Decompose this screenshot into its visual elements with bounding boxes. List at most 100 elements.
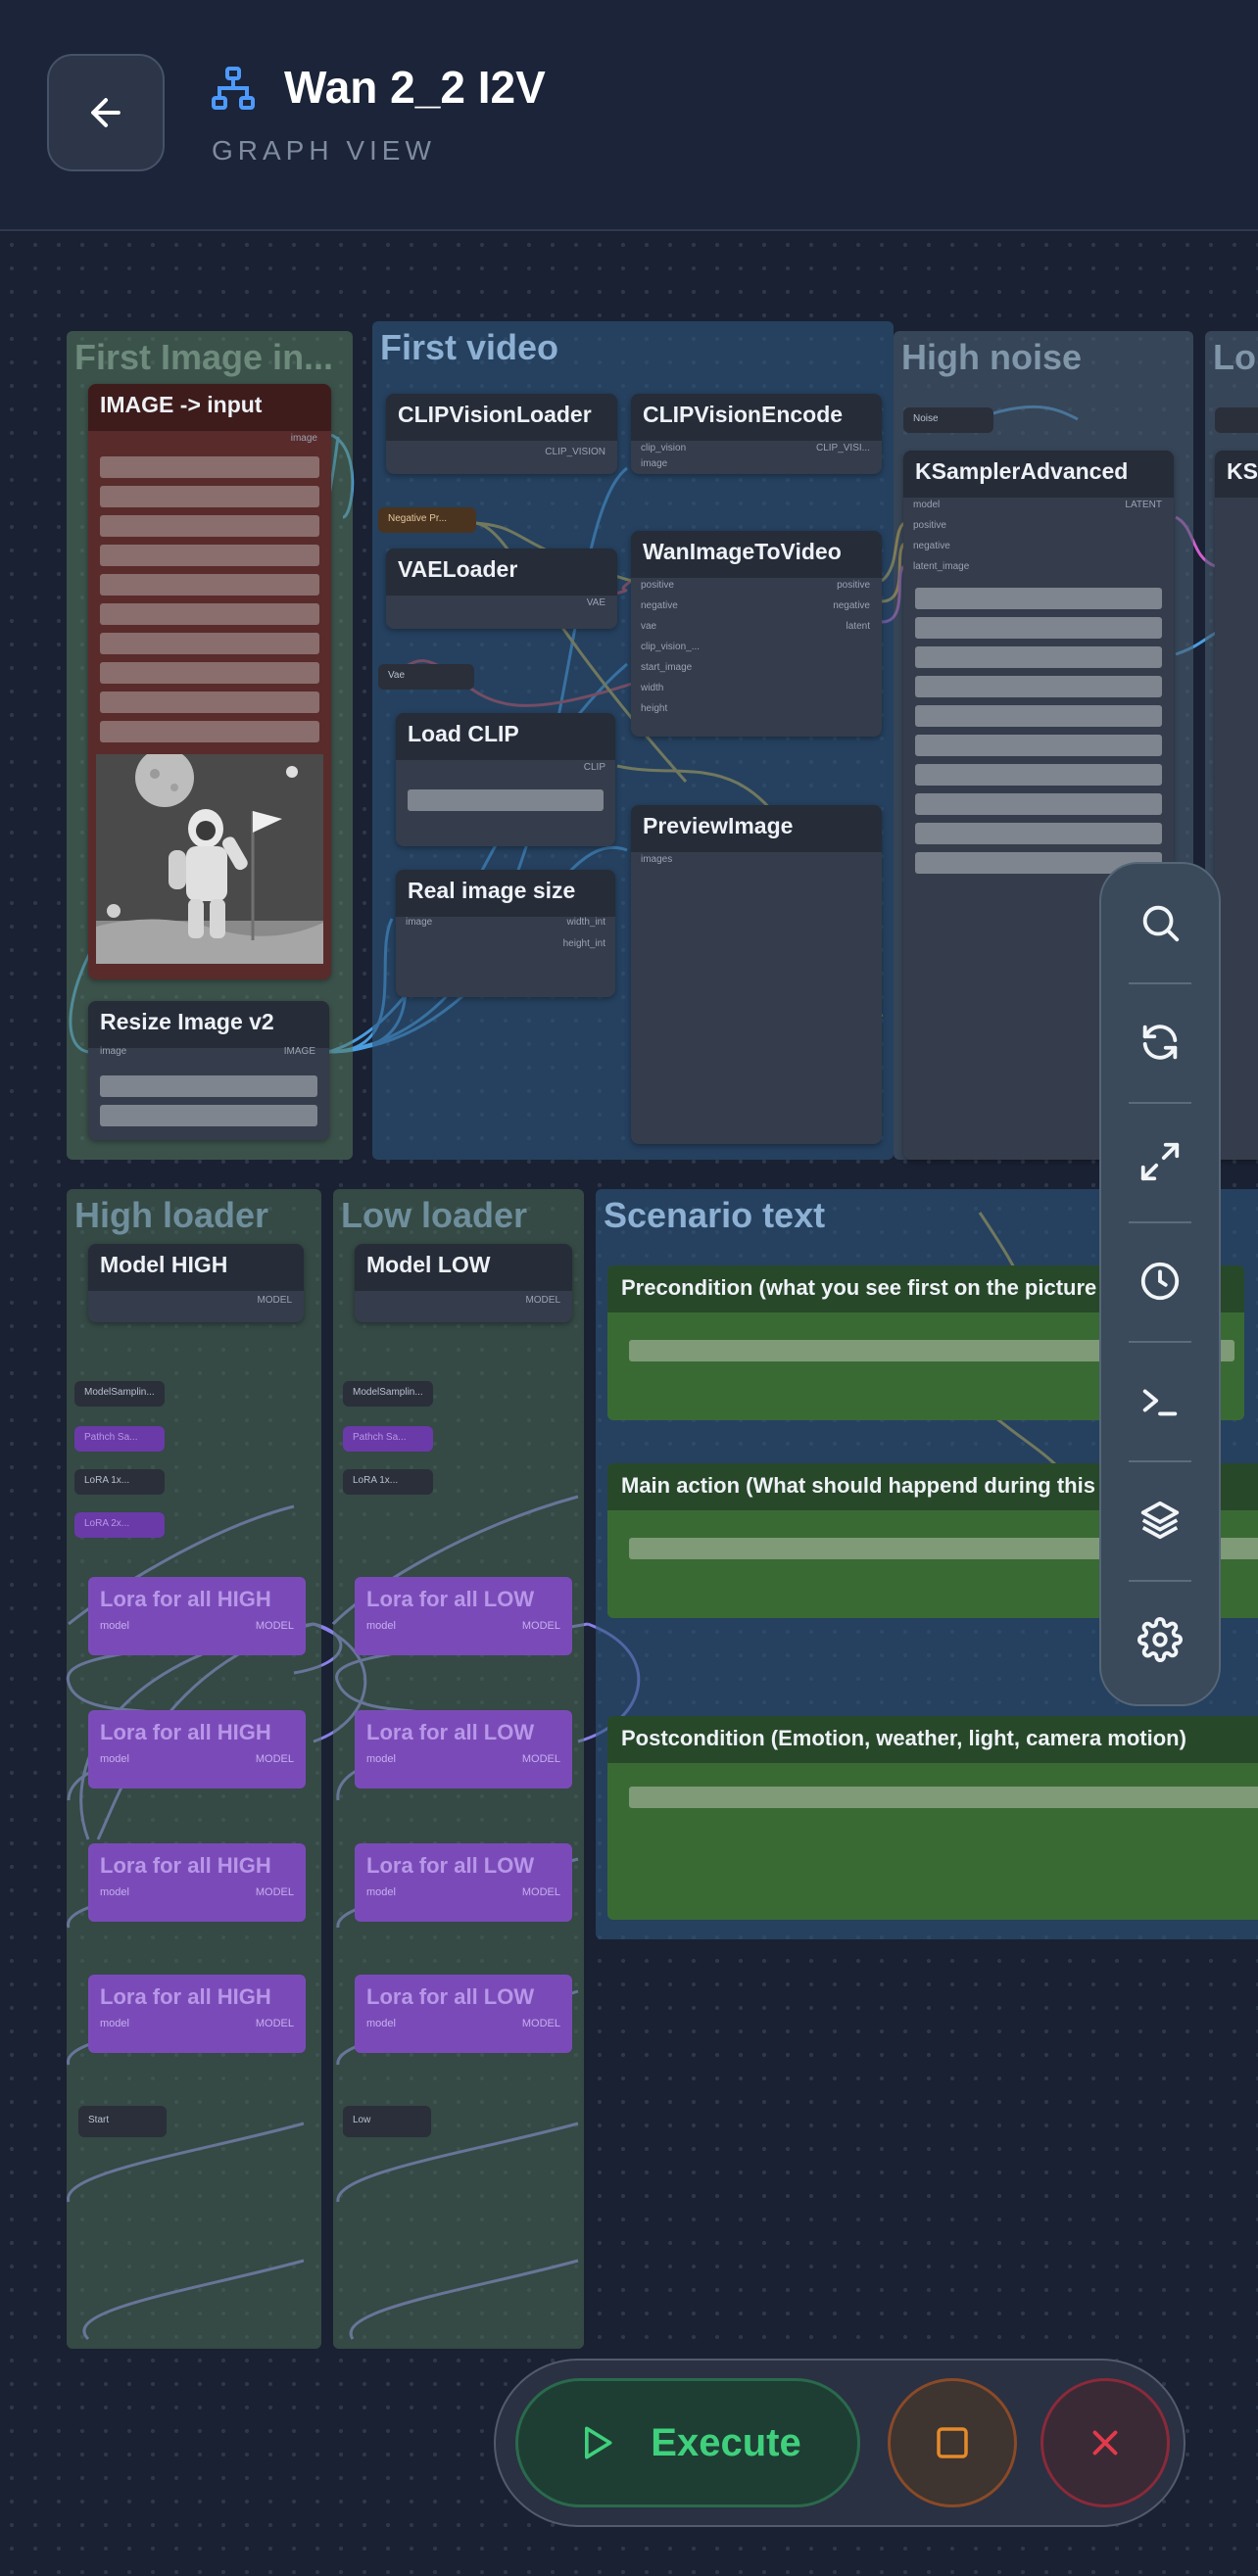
node-ksampler-low[interactable]: KS <box>1215 451 1258 1160</box>
back-button[interactable] <box>47 54 165 171</box>
port-in[interactable]: width <box>641 683 663 693</box>
node-patch-sage-low[interactable]: Pathch Sa... <box>343 1426 433 1452</box>
port-out[interactable]: MODEL <box>522 2018 560 2029</box>
execute-button[interactable]: Execute <box>515 2378 860 2507</box>
node-lora-high-1[interactable]: Lora for all HIGH model MODEL <box>88 1577 306 1655</box>
widget-field[interactable] <box>100 692 319 713</box>
widget-field[interactable] <box>915 705 1162 727</box>
port-out[interactable]: MODEL <box>522 1886 560 1898</box>
port-out[interactable]: MODEL <box>522 1753 560 1765</box>
widget-field[interactable] <box>100 662 319 684</box>
text-field[interactable] <box>629 1787 1258 1808</box>
node-lora-low-4[interactable]: Lora for all LOW model MODEL <box>355 1975 572 2053</box>
node-lora-low-1[interactable]: Lora for all LOW model MODEL <box>355 1577 572 1655</box>
node-model-high[interactable]: Model HIGH MODEL <box>88 1244 304 1322</box>
widget-field[interactable] <box>100 633 319 654</box>
node-lora-high-4[interactable]: Lora for all HIGH model MODEL <box>88 1975 306 2053</box>
node-lora-1x-high[interactable]: LoRA 1x... <box>74 1469 165 1495</box>
port-in[interactable]: negative <box>641 600 678 611</box>
widget-field[interactable] <box>100 486 319 507</box>
port-out[interactable]: CLIP_VISION <box>545 447 605 457</box>
widget-field[interactable] <box>100 574 319 596</box>
widget-field[interactable] <box>915 588 1162 609</box>
port-in[interactable]: negative <box>913 541 950 551</box>
widget-field[interactable] <box>100 515 319 537</box>
port-out[interactable]: MODEL <box>256 2018 294 2029</box>
port-out[interactable]: MODEL <box>525 1295 560 1306</box>
node-vae-loader[interactable]: VAELoader VAE <box>386 549 617 629</box>
widget-field[interactable] <box>408 789 604 811</box>
node-model-sampling-low[interactable]: ModelSamplin... <box>343 1381 433 1407</box>
node-lora-1x-low[interactable]: LoRA 1x... <box>343 1469 433 1495</box>
terminal-button[interactable] <box>1101 1342 1219 1459</box>
node-noise-reroute[interactable]: Noise <box>903 407 993 433</box>
node-start-low[interactable]: Low <box>343 2106 431 2137</box>
port-out[interactable]: MODEL <box>256 1886 294 1898</box>
port-out[interactable]: LATENT <box>1125 500 1162 510</box>
settings-button[interactable] <box>1101 1581 1219 1698</box>
port-in[interactable]: clip_vision <box>641 443 686 453</box>
node-postcondition[interactable]: Postcondition (Emotion, weather, light, … <box>607 1716 1258 1920</box>
port-in[interactable]: model <box>913 500 940 510</box>
node-lora-low-2[interactable]: Lora for all LOW model MODEL <box>355 1710 572 1789</box>
node-noise-reroute-low[interactable] <box>1215 407 1258 433</box>
port-in[interactable]: model <box>366 1886 396 1898</box>
port-in[interactable]: model <box>366 1753 396 1765</box>
port-out[interactable]: height_int <box>563 938 605 949</box>
node-lora-low-3[interactable]: Lora for all LOW model MODEL <box>355 1843 572 1922</box>
cancel-button[interactable] <box>1040 2378 1170 2507</box>
node-image-input[interactable]: IMAGE -> input image <box>88 384 331 979</box>
port-in[interactable]: height <box>641 703 667 714</box>
widget-field[interactable] <box>915 735 1162 756</box>
layers-button[interactable] <box>1101 1461 1219 1579</box>
port-in[interactable]: positive <box>913 520 946 531</box>
port-in[interactable]: model <box>100 1753 129 1765</box>
port-out[interactable]: MODEL <box>256 1620 294 1632</box>
port-out[interactable]: IMAGE <box>284 1046 315 1057</box>
port-out[interactable]: positive <box>837 580 870 591</box>
port-in[interactable]: model <box>366 1620 396 1632</box>
node-vae-reroute[interactable]: Vae <box>378 664 474 690</box>
stop-button[interactable] <box>888 2378 1017 2507</box>
port-in[interactable]: image <box>100 1046 126 1057</box>
refresh-button[interactable] <box>1101 983 1219 1101</box>
port-in[interactable]: positive <box>641 580 674 591</box>
port-in[interactable]: model <box>100 1886 129 1898</box>
widget-field[interactable] <box>100 1075 317 1097</box>
port-in[interactable]: latent_image <box>913 561 969 572</box>
widget-field[interactable] <box>100 721 319 742</box>
port-in[interactable]: images <box>641 854 672 865</box>
port-out[interactable]: CLIP <box>584 762 605 773</box>
node-clip-vision-loader[interactable]: CLIPVisionLoader CLIP_VISION <box>386 394 617 474</box>
port-out[interactable]: width_int <box>567 917 605 928</box>
node-real-image-size[interactable]: Real image size image width_int height_i… <box>396 870 615 997</box>
history-button[interactable] <box>1101 1222 1219 1340</box>
port-in[interactable]: image <box>641 458 667 469</box>
graph-canvas[interactable]: First Image in... First video High noise… <box>0 233 1258 2576</box>
fit-view-button[interactable] <box>1101 1103 1219 1220</box>
node-model-sampling-high[interactable]: ModelSamplin... <box>74 1381 165 1407</box>
node-resize-image[interactable]: Resize Image v2 image IMAGE <box>88 1001 329 1140</box>
node-clip-vision-encode[interactable]: CLIPVisionEncode clip_vision image CLIP_… <box>631 394 882 474</box>
node-model-low[interactable]: Model LOW MODEL <box>355 1244 572 1322</box>
port-out[interactable]: CLIP_VISI... <box>816 443 870 453</box>
node-lora-2x-high[interactable]: LoRA 2x... <box>74 1512 165 1538</box>
port-in[interactable]: model <box>100 2018 129 2029</box>
widget-field[interactable] <box>915 676 1162 697</box>
port-out[interactable]: MODEL <box>522 1620 560 1632</box>
widget-field[interactable] <box>100 545 319 566</box>
widget-field[interactable] <box>915 764 1162 786</box>
port-in[interactable]: clip_vision_... <box>641 642 700 652</box>
port-in[interactable]: start_image <box>641 662 692 673</box>
node-lora-high-2[interactable]: Lora for all HIGH model MODEL <box>88 1710 306 1789</box>
node-negative-prompt[interactable]: Negative Pr... <box>378 507 476 533</box>
port-out[interactable]: MODEL <box>257 1295 292 1306</box>
widget-field[interactable] <box>100 603 319 625</box>
port-in[interactable]: model <box>100 1620 129 1632</box>
node-preview-image[interactable]: PreviewImage images <box>631 805 882 1144</box>
port-in[interactable]: image <box>406 917 432 928</box>
node-patch-sage-high[interactable]: Pathch Sa... <box>74 1426 165 1452</box>
port-out[interactable]: VAE <box>587 597 605 608</box>
port-in[interactable]: model <box>366 2018 396 2029</box>
widget-field[interactable] <box>915 646 1162 668</box>
